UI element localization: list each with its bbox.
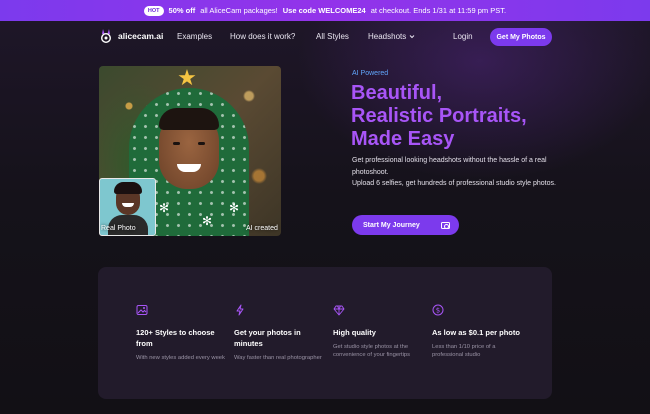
hero-description-1: Get professional looking headshots witho… <box>352 157 547 176</box>
image-icon <box>136 305 148 315</box>
snowflake-icon: ✻ <box>229 201 240 215</box>
hot-badge: HOT <box>143 5 164 16</box>
promo-code: Use code WELCOME24 <box>282 6 366 15</box>
nav-link-headshots[interactable]: Headshots <box>368 32 415 41</box>
feature-quality: High quality Get studio style photos at … <box>333 303 428 359</box>
nav-link-how-it-works[interactable]: How does it work? <box>230 32 295 41</box>
promo-deadline: at checkout. Ends 1/31 at 11:59 pm PST. <box>370 6 507 15</box>
promo-text: all AliceCam packages! <box>200 6 278 15</box>
hero-description: Get professional looking headshots witho… <box>352 155 557 190</box>
nav-link-examples[interactable]: Examples <box>177 32 212 41</box>
snowflake-icon: ✻ <box>202 214 213 228</box>
feature-title: 120+ Styles to choose from <box>136 328 215 348</box>
diamond-icon <box>333 305 345 316</box>
feature-desc: Way faster than real photographer <box>234 355 322 361</box>
headline-line-3: Made Easy <box>351 128 455 150</box>
camera-icon <box>441 221 450 229</box>
feature-title: As low as $0.1 per photo <box>432 328 520 337</box>
ai-created-label: AI created <box>246 225 278 232</box>
chevron-down-icon <box>410 35 415 39</box>
login-link[interactable]: Login <box>453 32 473 41</box>
headline-line-1: Beautiful, <box>351 82 443 104</box>
lightning-icon <box>236 304 244 316</box>
real-photo-label: Real Photo <box>101 225 136 232</box>
snowflake-icon: ✻ <box>159 201 170 215</box>
nav-link-headshots-label: Headshots <box>368 32 407 41</box>
star-icon: ★ <box>177 66 197 90</box>
svg-text:$: $ <box>436 307 440 315</box>
real-photo-thumbnail: Real Photo <box>99 178 156 236</box>
nav-link-all-styles[interactable]: All Styles <box>316 32 349 41</box>
left-eye <box>173 142 180 145</box>
feature-title: Get your photos in minutes <box>234 328 301 348</box>
start-my-journey-label: Start My Journey <box>363 221 420 229</box>
feature-desc: Get studio style photos at the convenien… <box>333 344 411 358</box>
feature-desc: With new styles added every week <box>136 355 225 361</box>
get-my-photos-button[interactable]: Get My Photos <box>490 28 552 46</box>
hero-headline: Beautiful, Realistic Portraits, Made Eas… <box>351 82 611 151</box>
promo-banner: HOT 50% off all AliceCam packages! Use c… <box>0 0 650 21</box>
feature-styles: 120+ Styles to choose from With new styl… <box>136 303 231 362</box>
start-my-journey-button[interactable]: Start My Journey <box>352 215 459 235</box>
feature-price: $ As low as $0.1 per photo Less than 1/1… <box>432 303 527 359</box>
logo-text: alicecam.ai <box>118 31 164 41</box>
real-photo-hair <box>114 182 142 194</box>
feature-speed: Get your photos in minutes Way faster th… <box>234 303 329 362</box>
right-eye <box>198 142 205 145</box>
logo[interactable]: alicecam.ai <box>100 29 163 43</box>
promo-discount: 50% off <box>168 6 196 15</box>
hero-description-2: Upload 6 selfies, get hundreds of profes… <box>352 180 556 187</box>
headline-line-2: Realistic Portraits, <box>351 105 527 127</box>
top-nav: alicecam.ai Examples How does it work? A… <box>0 21 650 53</box>
ai-powered-badge: AI Powered <box>352 70 389 77</box>
feature-desc: Less than 1/10 price of a professional s… <box>432 344 496 358</box>
hair-shape <box>159 108 219 130</box>
dollar-icon: $ <box>432 304 444 316</box>
feature-title: High quality <box>333 328 376 337</box>
bunny-logo-icon <box>101 29 111 43</box>
